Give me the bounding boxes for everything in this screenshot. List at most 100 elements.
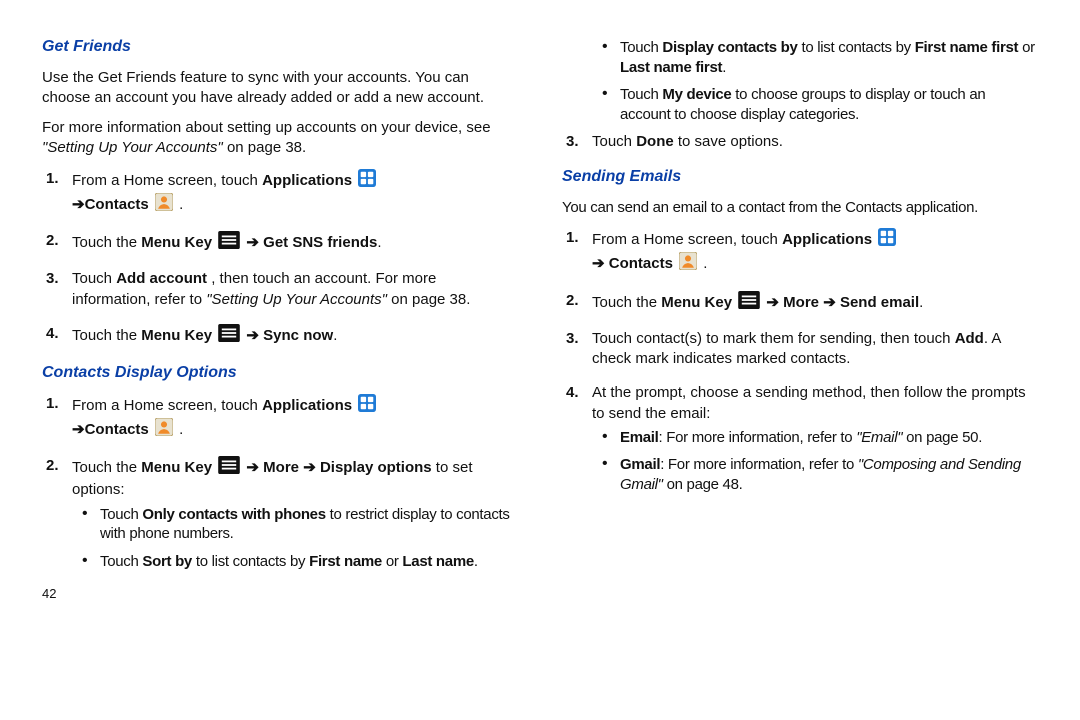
text: to save options. xyxy=(678,133,783,150)
arrow: ➔ xyxy=(72,421,85,438)
text: Touch xyxy=(592,133,636,150)
step-4: 4. At the prompt, choose a sending metho… xyxy=(592,383,1038,494)
email-label: Email xyxy=(620,429,659,446)
text: Touch xyxy=(72,270,116,287)
sending-emails-steps: 1. From a Home screen, touch Application… xyxy=(562,228,1038,494)
step-3: 3. Touch Add account , then touch an acc… xyxy=(72,269,518,310)
arrow: ➔ xyxy=(246,234,263,251)
text: For more information about setting up ac… xyxy=(42,119,491,136)
manual-page: Get Friends Use the Get Friends feature … xyxy=(0,0,1080,720)
display-contacts-by-label: Display contacts by xyxy=(662,39,797,56)
display-options-bullets: Touch Only contacts with phones to restr… xyxy=(72,505,518,572)
more-label: More xyxy=(783,294,819,311)
text: . xyxy=(703,255,707,272)
right-column: Touch Display contacts by to list contac… xyxy=(562,30,1038,700)
get-friends-steps: 1. From a Home screen, touch Application… xyxy=(42,169,518,349)
last-name-first-label: Last name first xyxy=(620,59,722,76)
bullet-display-contacts-by: Touch Display contacts by to list contac… xyxy=(620,38,1038,77)
step-4: 4. Touch the Menu Key ➔ Sync now. xyxy=(72,324,518,348)
step-1: 1. From a Home screen, touch Application… xyxy=(592,228,1038,277)
bullet-email: Email: For more information, refer to "E… xyxy=(620,428,1038,448)
ref-email: "Email" xyxy=(856,429,902,446)
menu-key-label: Menu Key xyxy=(141,234,212,251)
ref-setting-up-accounts: "Setting Up Your Accounts" xyxy=(42,139,223,156)
text: on page 38. xyxy=(391,291,470,308)
text: Touch xyxy=(100,553,142,570)
applications-label: Applications xyxy=(782,231,872,248)
arrow: ➔ xyxy=(246,459,263,476)
heading-sending-emails: Sending Emails xyxy=(562,166,1038,188)
contacts-label: Contacts xyxy=(609,255,673,272)
menu-key-label: Menu Key xyxy=(141,459,212,476)
ref-setting-up-accounts: "Setting Up Your Accounts" xyxy=(206,291,387,308)
text: Touch the xyxy=(72,327,141,344)
display-options-bullets-continued: Touch Display contacts by to list contac… xyxy=(562,38,1038,124)
display-options-label: Display options xyxy=(320,459,432,476)
text: From a Home screen, touch xyxy=(72,172,262,189)
get-friends-moreinfo: For more information about setting up ac… xyxy=(42,118,518,159)
step-1: 1. From a Home screen, touch Application… xyxy=(72,394,518,443)
menu-key-label: Menu Key xyxy=(141,327,212,344)
text: Touch xyxy=(100,506,142,523)
last-name-label: Last name xyxy=(402,553,474,570)
text: At the prompt, choose a sending method, … xyxy=(592,384,1026,421)
applications-icon xyxy=(358,394,376,418)
text: From a Home screen, touch xyxy=(592,231,782,248)
step-2: 2. Touch the Menu Key ➔ Get SNS friends. xyxy=(72,231,518,255)
arrow: ➔ xyxy=(246,327,263,344)
display-options-steps: 1. From a Home screen, touch Application… xyxy=(42,394,518,572)
only-contacts-with-phones: Only contacts with phones xyxy=(142,506,325,523)
step-2: 2. Touch the Menu Key ➔ More ➔ Send emai… xyxy=(592,291,1038,315)
text: . xyxy=(179,421,183,438)
applications-label: Applications xyxy=(262,397,352,414)
text: . xyxy=(919,294,923,311)
text: Touch xyxy=(620,39,662,56)
bullet-gmail: Gmail: For more information, refer to "C… xyxy=(620,455,1038,494)
menu-key-icon xyxy=(738,291,760,315)
text: : For more information, refer to xyxy=(659,429,857,446)
more-label: More xyxy=(263,459,299,476)
bullet-sort-by: Touch Sort by to list contacts by First … xyxy=(100,552,518,572)
left-column: Get Friends Use the Get Friends feature … xyxy=(42,30,518,700)
contacts-label: Contacts xyxy=(85,421,149,438)
text: Touch contact(s) to mark them for sendin… xyxy=(592,330,955,347)
text: or xyxy=(1022,39,1035,56)
arrow: ➔ xyxy=(823,294,840,311)
text: or xyxy=(386,553,403,570)
text: . xyxy=(722,59,726,76)
sending-emails-intro: You can send an email to a contact from … xyxy=(562,198,1038,218)
heading-get-friends: Get Friends xyxy=(42,36,518,58)
page-number: 42 xyxy=(42,585,518,603)
text: : For more information, refer to xyxy=(660,456,858,473)
text: . xyxy=(179,196,183,213)
step-3: 3. Touch contact(s) to mark them for sen… xyxy=(592,329,1038,370)
text: . xyxy=(474,553,478,570)
contacts-icon xyxy=(155,418,173,442)
menu-key-icon xyxy=(218,456,240,480)
text: to list contacts by xyxy=(196,553,309,570)
bullet-only-contacts: Touch Only contacts with phones to restr… xyxy=(100,505,518,544)
send-method-bullets: Email: For more information, refer to "E… xyxy=(592,428,1038,495)
gmail-label: Gmail xyxy=(620,456,660,473)
contacts-icon xyxy=(679,252,697,276)
text: From a Home screen, touch xyxy=(72,397,262,414)
contacts-icon xyxy=(155,193,173,217)
applications-icon xyxy=(358,169,376,193)
sync-now-label: Sync now xyxy=(263,327,333,344)
first-name-label: First name xyxy=(309,553,382,570)
get-friends-intro: Use the Get Friends feature to sync with… xyxy=(42,68,518,109)
text: . xyxy=(333,327,337,344)
text: . xyxy=(377,234,381,251)
add-account-label: Add account xyxy=(116,270,207,287)
text: Touch the xyxy=(72,234,141,251)
done-label: Done xyxy=(636,133,674,150)
bullet-my-device: Touch My device to choose groups to disp… xyxy=(620,85,1038,124)
text: Touch xyxy=(620,86,662,103)
applications-label: Applications xyxy=(262,172,352,189)
get-sns-friends: Get SNS friends xyxy=(263,234,377,251)
my-device-label: My device xyxy=(662,86,731,103)
heading-contacts-display-options: Contacts Display Options xyxy=(42,362,518,384)
step-1: 1. From a Home screen, touch Application… xyxy=(72,169,518,218)
menu-key-icon xyxy=(218,231,240,255)
step-3: 3. Touch Done to save options. xyxy=(592,132,1038,152)
